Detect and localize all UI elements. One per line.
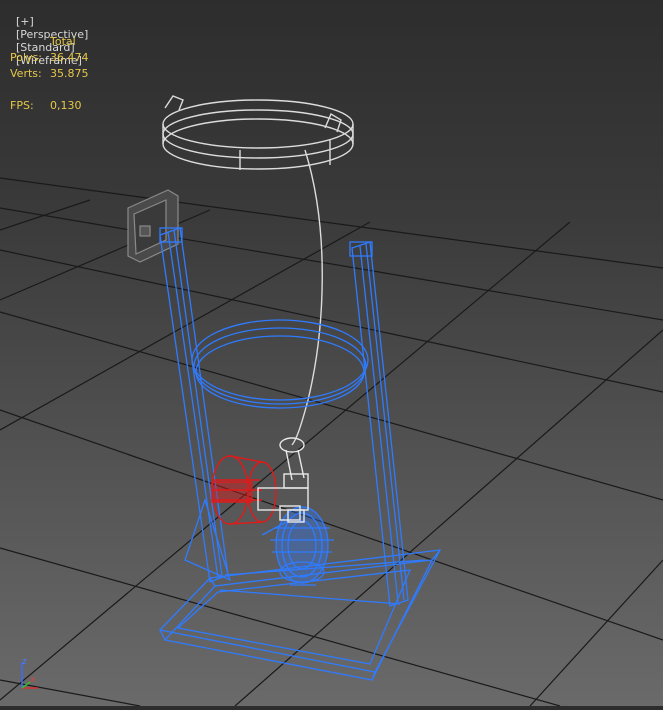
coupling[interactable]: [257, 437, 309, 523]
top-ring[interactable]: [162, 95, 354, 170]
verts-label: Verts:: [10, 67, 42, 80]
verts-value: 35.875: [50, 67, 89, 80]
polys-label: Polys:: [10, 51, 42, 64]
viewport-general-menu[interactable]: [+]: [16, 15, 34, 28]
axis-z-label: z: [22, 657, 27, 667]
fps-value: 0,130: [50, 99, 82, 112]
perspective-viewport[interactable]: z x [+] [Perspective] [Standard] [Wirefr…: [0, 0, 663, 707]
scene-canvas[interactable]: z x: [0, 0, 663, 707]
axis-x-label: x: [30, 675, 36, 685]
fps-label: FPS:: [10, 99, 34, 112]
ground-grid: [0, 177, 663, 707]
frame-selected[interactable]: [158, 227, 442, 681]
statistics-overlay: Total Polys: 36.474 Verts: 35.875 FPS: 0,13…: [10, 34, 89, 114]
axis-gizmo: z x: [21, 657, 38, 689]
polys-value: 36.474: [50, 51, 89, 64]
stats-header: Total: [50, 35, 76, 48]
